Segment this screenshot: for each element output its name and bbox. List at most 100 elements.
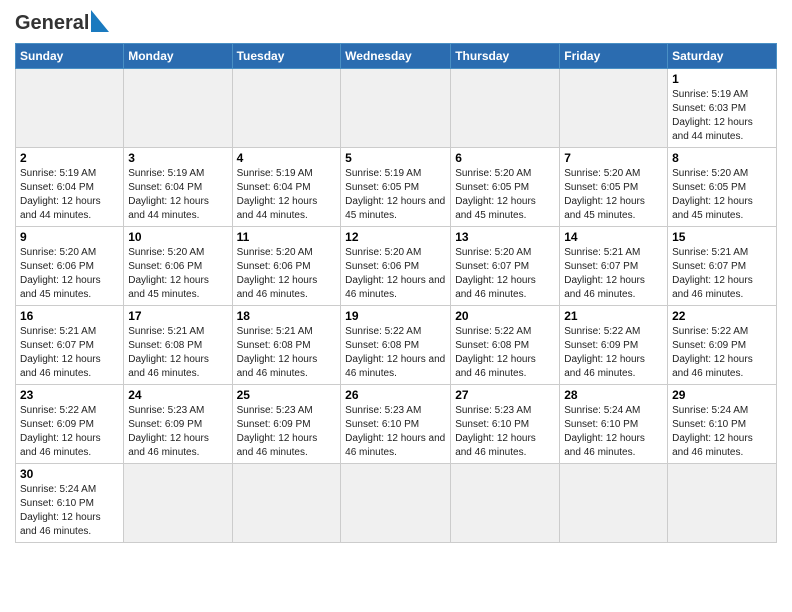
day-cell [668,464,777,543]
day-info: Sunrise: 5:19 AM Sunset: 6:04 PM Dayligh… [20,167,119,223]
day-cell: 13 Sunrise: 5:20 AM Sunset: 6:07 PM Dayli… [451,227,560,306]
day-cell [560,464,668,543]
day-cell [232,69,341,148]
day-number: 15 [672,230,772,244]
day-info: Sunrise: 5:23 AM Sunset: 6:09 PM Dayligh… [237,404,337,460]
week-row-2: 9 Sunrise: 5:20 AM Sunset: 6:06 PM Daylig… [16,227,777,306]
day-cell: 16 Sunrise: 5:21 AM Sunset: 6:07 PM Dayli… [16,306,124,385]
week-row-1: 2 Sunrise: 5:19 AM Sunset: 6:04 PM Daylig… [16,148,777,227]
week-row-4: 23 Sunrise: 5:22 AM Sunset: 6:09 PM Dayli… [16,385,777,464]
day-info: Sunrise: 5:24 AM Sunset: 6:10 PM Dayligh… [564,404,663,460]
day-number: 5 [345,151,446,165]
day-number: 9 [20,230,119,244]
day-number: 7 [564,151,663,165]
day-number: 21 [564,309,663,323]
day-info: Sunrise: 5:21 AM Sunset: 6:08 PM Dayligh… [237,325,337,381]
day-info: Sunrise: 5:23 AM Sunset: 6:10 PM Dayligh… [345,404,446,460]
day-cell: 17 Sunrise: 5:21 AM Sunset: 6:08 PM Dayli… [124,306,232,385]
week-row-3: 16 Sunrise: 5:21 AM Sunset: 6:07 PM Dayli… [16,306,777,385]
calendar-body: 1 Sunrise: 5:19 AM Sunset: 6:03 PM Daylig… [16,69,777,543]
day-info: Sunrise: 5:20 AM Sunset: 6:07 PM Dayligh… [455,246,555,302]
day-number: 4 [237,151,337,165]
day-info: Sunrise: 5:22 AM Sunset: 6:08 PM Dayligh… [345,325,446,381]
day-number: 16 [20,309,119,323]
day-info: Sunrise: 5:20 AM Sunset: 6:05 PM Dayligh… [564,167,663,223]
day-cell [124,69,232,148]
calendar-table: SundayMondayTuesdayWednesdayThursdayFrid… [15,43,777,543]
day-header-tuesday: Tuesday [232,44,341,69]
day-cell [451,69,560,148]
day-info: Sunrise: 5:19 AM Sunset: 6:03 PM Dayligh… [672,88,772,144]
week-row-5: 30Sunrise: 5:24 AM Sunset: 6:10 PM Dayli… [16,464,777,543]
day-number: 14 [564,230,663,244]
day-cell [16,69,124,148]
day-info: Sunrise: 5:23 AM Sunset: 6:09 PM Dayligh… [128,404,227,460]
day-number: 12 [345,230,446,244]
day-info: Sunrise: 5:22 AM Sunset: 6:08 PM Dayligh… [455,325,555,381]
day-info: Sunrise: 5:19 AM Sunset: 6:04 PM Dayligh… [237,167,337,223]
day-header-thursday: Thursday [451,44,560,69]
day-cell: 28 Sunrise: 5:24 AM Sunset: 6:10 PM Dayli… [560,385,668,464]
day-cell: 1 Sunrise: 5:19 AM Sunset: 6:03 PM Daylig… [668,69,777,148]
day-cell: 3 Sunrise: 5:19 AM Sunset: 6:04 PM Daylig… [124,148,232,227]
day-number: 28 [564,388,663,402]
day-cell: 19Sunrise: 5:22 AM Sunset: 6:08 PM Dayli… [341,306,451,385]
day-cell: 14Sunrise: 5:21 AM Sunset: 6:07 PM Dayli… [560,227,668,306]
week-row-0: 1 Sunrise: 5:19 AM Sunset: 6:03 PM Daylig… [16,69,777,148]
day-cell [451,464,560,543]
day-info: Sunrise: 5:20 AM Sunset: 6:06 PM Dayligh… [345,246,446,302]
day-info: Sunrise: 5:21 AM Sunset: 6:07 PM Dayligh… [672,246,772,302]
day-number: 6 [455,151,555,165]
day-cell: 9Sunrise: 5:20 AM Sunset: 6:06 PM Daylig… [16,227,124,306]
day-cell: 21 Sunrise: 5:22 AM Sunset: 6:09 PM Dayli… [560,306,668,385]
day-cell: 4 Sunrise: 5:19 AM Sunset: 6:04 PM Daylig… [232,148,341,227]
day-header-wednesday: Wednesday [341,44,451,69]
day-header-sunday: Sunday [16,44,124,69]
day-cell: 7 Sunrise: 5:20 AM Sunset: 6:05 PM Daylig… [560,148,668,227]
day-number: 27 [455,388,555,402]
day-number: 10 [128,230,227,244]
day-info: Sunrise: 5:23 AM Sunset: 6:10 PM Dayligh… [455,404,555,460]
day-info: Sunrise: 5:22 AM Sunset: 6:09 PM Dayligh… [20,404,119,460]
day-number: 8 [672,151,772,165]
day-info: Sunrise: 5:21 AM Sunset: 6:07 PM Dayligh… [20,325,119,381]
day-cell: 15 Sunrise: 5:21 AM Sunset: 6:07 PM Dayli… [668,227,777,306]
day-number: 11 [237,230,337,244]
calendar-header: SundayMondayTuesdayWednesdayThursdayFrid… [16,44,777,69]
day-number: 26 [345,388,446,402]
day-cell: 12 Sunrise: 5:20 AM Sunset: 6:06 PM Dayli… [341,227,451,306]
day-number: 23 [20,388,119,402]
logo-triangle [91,10,109,37]
day-cell: 29Sunrise: 5:24 AM Sunset: 6:10 PM Dayli… [668,385,777,464]
day-info: Sunrise: 5:20 AM Sunset: 6:05 PM Dayligh… [455,167,555,223]
day-cell: 5 Sunrise: 5:19 AM Sunset: 6:05 PM Daylig… [341,148,451,227]
day-cell [560,69,668,148]
day-cell: 22Sunrise: 5:22 AM Sunset: 6:09 PM Dayli… [668,306,777,385]
day-info: Sunrise: 5:19 AM Sunset: 6:04 PM Dayligh… [128,167,227,223]
day-info: Sunrise: 5:21 AM Sunset: 6:08 PM Dayligh… [128,325,227,381]
day-number: 2 [20,151,119,165]
day-cell: 23 Sunrise: 5:22 AM Sunset: 6:09 PM Dayli… [16,385,124,464]
day-cell: 11Sunrise: 5:20 AM Sunset: 6:06 PM Dayli… [232,227,341,306]
day-number: 3 [128,151,227,165]
page-header: General [15,10,777,37]
day-info: Sunrise: 5:19 AM Sunset: 6:05 PM Dayligh… [345,167,446,223]
day-cell: 8 Sunrise: 5:20 AM Sunset: 6:05 PM Daylig… [668,148,777,227]
day-cell: 10Sunrise: 5:20 AM Sunset: 6:06 PM Dayli… [124,227,232,306]
day-cell: 18 Sunrise: 5:21 AM Sunset: 6:08 PM Dayli… [232,306,341,385]
day-cell [232,464,341,543]
day-info: Sunrise: 5:22 AM Sunset: 6:09 PM Dayligh… [672,325,772,381]
day-header-saturday: Saturday [668,44,777,69]
day-number: 17 [128,309,227,323]
day-number: 30 [20,467,119,481]
day-number: 24 [128,388,227,402]
day-info: Sunrise: 5:22 AM Sunset: 6:09 PM Dayligh… [564,325,663,381]
day-info: Sunrise: 5:20 AM Sunset: 6:05 PM Dayligh… [672,167,772,223]
day-number: 25 [237,388,337,402]
day-number: 18 [237,309,337,323]
day-cell: 27 Sunrise: 5:23 AM Sunset: 6:10 PM Dayli… [451,385,560,464]
day-cell [341,69,451,148]
day-number: 13 [455,230,555,244]
logo-text: General [15,12,89,35]
day-number: 1 [672,72,772,86]
